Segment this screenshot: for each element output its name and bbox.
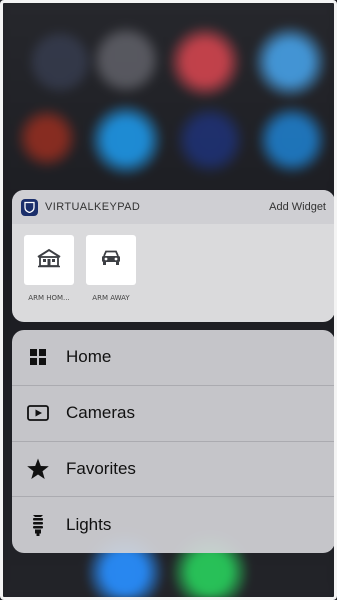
add-widget-button[interactable]: Add Widget [269,201,326,213]
virtualkeypad-widget: VIRTUALKEYPAD Add Widget ARM HOM... ARM … [12,190,335,322]
menu-item-lights[interactable]: Lights [12,497,335,553]
app-name: VIRTUALKEYPAD [45,201,141,213]
arm-home-tile[interactable]: ARM HOM... [24,235,74,302]
menu-item-home[interactable]: Home [12,330,335,386]
menu-item-label: Lights [66,515,112,535]
arm-away-tile[interactable]: ARM AWAY [86,235,136,302]
house-icon [37,248,61,273]
grid-icon [26,345,50,369]
play-icon [26,401,50,425]
menu-item-label: Home [66,347,112,367]
menu-item-label: Cameras [66,403,135,423]
arm-home-label: ARM HOM... [28,294,70,302]
menu-item-label: Favorites [66,458,136,478]
app-shield-icon [21,198,38,216]
widget-header: VIRTUALKEYPAD Add Widget [12,190,335,224]
star-icon [26,457,50,481]
car-icon [100,249,122,272]
quick-actions-menu: Home Cameras Favorites Lights [12,330,335,553]
bulb-icon [26,513,50,537]
arm-away-label: ARM AWAY [92,294,130,302]
menu-item-favorites[interactable]: Favorites [12,442,335,498]
menu-item-cameras[interactable]: Cameras [12,386,335,442]
